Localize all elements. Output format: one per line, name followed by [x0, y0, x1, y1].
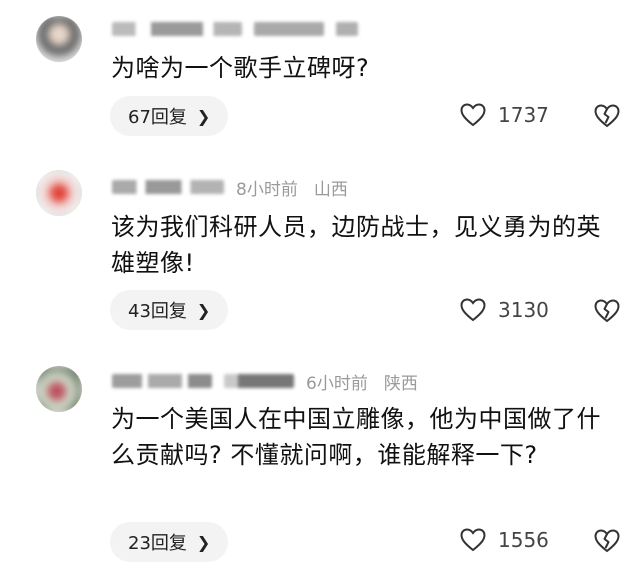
comment-location: 陕西 — [383, 373, 418, 394]
broken-heart-icon — [594, 104, 620, 128]
like-count: 1556 — [498, 528, 549, 552]
like-button[interactable]: 1556 — [460, 528, 549, 552]
reply-label: 23回复 — [128, 533, 187, 554]
dislike-button[interactable] — [594, 104, 620, 132]
comment-text: 该为我们科研人员，边防战士，见义勇为的英雄塑像! — [111, 213, 601, 277]
heart-outline-icon — [460, 298, 486, 322]
comment-item: 为啥为一个歌手立碑呀? 67回复 ❯ 1737 — [0, 0, 640, 146]
chevron-right-icon: ❯ — [196, 532, 211, 552]
username-blurred[interactable] — [112, 22, 242, 36]
like-button[interactable]: 3130 — [460, 298, 549, 322]
comment-meta: 6小时前 陕西 — [112, 370, 418, 394]
username-blurred — [254, 22, 324, 36]
comment-location: 山西 — [313, 179, 348, 200]
comment-meta: 8小时前 山西 — [112, 176, 348, 200]
comment-text: 为一个美国人在中国立雕像，他为中国做了什么贡献吗? 不懂就问啊，谁能解释一下? — [111, 405, 601, 469]
username-blurred[interactable] — [112, 374, 212, 388]
like-button[interactable]: 1737 — [460, 103, 549, 127]
username-blurred — [336, 22, 358, 36]
heart-outline-icon — [460, 528, 486, 552]
avatar[interactable] — [36, 170, 82, 216]
reply-label: 43回复 — [128, 301, 187, 322]
broken-heart-icon — [594, 299, 620, 323]
comment-time: 8小时前 — [236, 179, 298, 200]
comment-meta — [112, 18, 370, 40]
reply-button[interactable]: 23回复 ❯ — [110, 522, 229, 562]
reply-label: 67回复 — [128, 107, 187, 128]
heart-outline-icon — [460, 103, 486, 127]
chevron-right-icon: ❯ — [196, 106, 211, 126]
dislike-button[interactable] — [594, 299, 620, 327]
reply-button[interactable]: 67回复 ❯ — [110, 96, 229, 136]
comment-time: 6小时前 — [306, 373, 368, 394]
comment-text: 为啥为一个歌手立碑呀? — [111, 54, 370, 82]
reply-button[interactable]: 43回复 ❯ — [110, 290, 229, 330]
dislike-button[interactable] — [594, 529, 620, 557]
like-count: 1737 — [498, 103, 549, 127]
avatar[interactable] — [36, 366, 82, 412]
comment-item: 6小时前 陕西 为一个美国人在中国立雕像，他为中国做了什么贡献吗? 不懂就问啊，… — [0, 346, 640, 566]
comment-item: 8小时前 山西 该为我们科研人员，边防战士，见义勇为的英雄塑像! 43回复 ❯ … — [0, 146, 640, 346]
avatar[interactable] — [36, 16, 82, 62]
like-count: 3130 — [498, 298, 549, 322]
broken-heart-icon — [594, 529, 620, 553]
chevron-right-icon: ❯ — [196, 300, 211, 320]
username-blurred — [224, 374, 294, 388]
username-blurred[interactable] — [112, 180, 224, 194]
